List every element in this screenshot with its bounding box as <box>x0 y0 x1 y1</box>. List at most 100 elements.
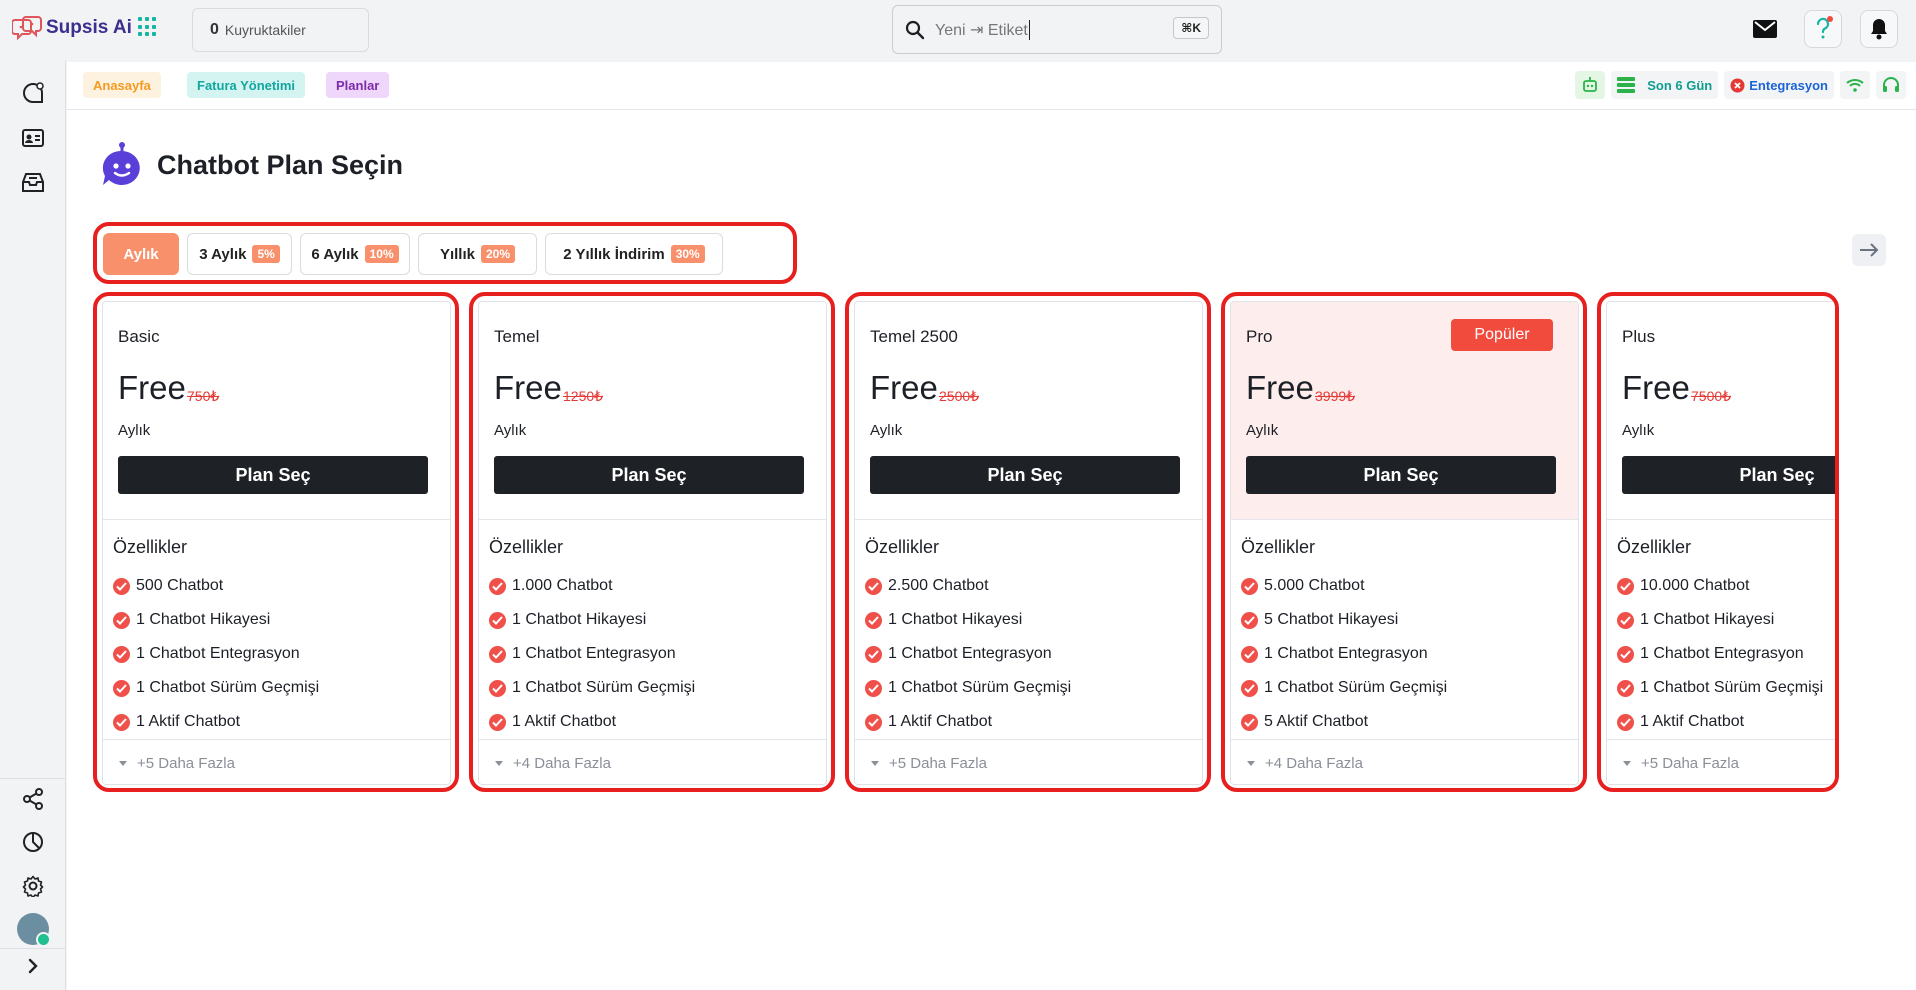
feature-label: 1 Chatbot Sürüm Geçmişi <box>512 679 696 696</box>
bot-status-button[interactable] <box>1575 71 1606 99</box>
sidebar-item-settings[interactable] <box>20 873 46 899</box>
tab-6-months[interactable]: 6 Aylık 10% <box>300 233 410 275</box>
arrow-right-icon <box>1860 243 1879 257</box>
plan-price: Free <box>870 369 938 406</box>
feature-item: 500 Chatbot <box>113 577 223 595</box>
billing-period-tabs: Aylık 3 Aylık 5% 6 Aylık 10% Yıllık 20% … <box>93 222 797 284</box>
show-more-features-button[interactable]: +5 Daha Fazla <box>1607 739 1835 784</box>
feature-item: 5.000 Chatbot <box>1241 577 1365 595</box>
sidebar-expand-button[interactable] <box>20 953 46 979</box>
app-logo[interactable]: Supsis Ai <box>12 14 132 42</box>
show-more-features-button[interactable]: +4 Daha Fazla <box>479 739 826 784</box>
plan-card-header: Plus Free 7500₺ Aylık Plan Seç <box>1607 302 1835 520</box>
discount-badge: 20% <box>481 245 516 263</box>
choose-plan-button[interactable]: Plan Seç <box>1622 456 1835 494</box>
check-icon <box>865 577 882 595</box>
date-range-button[interactable]: Son 6 Gün <box>1611 71 1719 99</box>
help-button[interactable] <box>1804 10 1842 48</box>
connection-status[interactable] <box>1840 71 1870 99</box>
feature-label: 1 Chatbot Entegrasyon <box>888 645 1052 662</box>
tab-label: Aylık <box>123 245 159 263</box>
error-icon <box>1730 78 1745 92</box>
breadcrumb-item-billing[interactable]: Fatura Yönetimi <box>187 72 306 98</box>
caret-down-icon <box>119 760 127 766</box>
plan-period: Aylık <box>1246 422 1279 439</box>
feature-item: 1 Chatbot Sürüm Geçmişi <box>1241 679 1447 697</box>
user-avatar[interactable] <box>17 913 51 947</box>
mail-button[interactable] <box>1746 10 1784 48</box>
show-more-features-button[interactable]: +5 Daha Fazla <box>855 739 1202 784</box>
tab-3-months[interactable]: 3 Aylık 5% <box>187 233 292 275</box>
bell-icon <box>1871 19 1887 40</box>
plan-price: Free <box>118 369 186 406</box>
choose-plan-button[interactable]: Plan Seç <box>118 456 428 494</box>
plan-price: Free <box>494 369 562 406</box>
features-title: Özellikler <box>1241 537 1316 557</box>
plan-name: Plus <box>1622 327 1656 346</box>
plan-card: Pro Popüler Free 3999₺ Aylık Plan Seç Öz… <box>1230 301 1579 785</box>
search-input[interactable]: Yeni ⇥ Etiket ⌘K <box>892 5 1222 54</box>
agent-status[interactable] <box>1876 71 1906 99</box>
notifications-button[interactable] <box>1860 10 1898 48</box>
page-header: Chatbot Plan Seçin <box>101 142 403 188</box>
show-more-features-button[interactable]: +5 Daha Fazla <box>103 739 450 784</box>
choose-plan-button[interactable]: Plan Seç <box>1246 456 1556 494</box>
check-icon <box>489 679 506 697</box>
search-text: Yeni ⇥ Etiket <box>935 21 1028 39</box>
feature-item: 1 Aktif Chatbot <box>1617 713 1744 731</box>
plan-card-frame: Temel Free 1250₺ Aylık Plan Seç Özellikl… <box>469 292 835 792</box>
feature-item: 5 Aktif Chatbot <box>1241 713 1368 731</box>
apps-grid-icon[interactable] <box>138 17 158 37</box>
chevron-right-icon <box>28 958 38 974</box>
scroll-next-button[interactable] <box>1852 234 1886 266</box>
breadcrumb-item-home[interactable]: Anasayfa <box>83 72 161 98</box>
discount-badge: 5% <box>252 245 280 263</box>
queue-count: 0 <box>210 21 219 38</box>
choose-plan-button[interactable]: Plan Seç <box>870 456 1180 494</box>
more-features-label: +4 Daha Fazla <box>1265 754 1363 772</box>
tab-monthly[interactable]: Aylık <box>103 233 179 275</box>
date-range-label: Son 6 Gün <box>1647 77 1713 93</box>
gear-icon <box>22 875 44 897</box>
help-icon <box>1816 16 1833 39</box>
more-features-label: +5 Daha Fazla <box>889 754 987 772</box>
plan-card-frame: Temel 2500 Free 2500₺ Aylık Plan Seç Öze… <box>845 292 1211 792</box>
sidebar-item-reports[interactable] <box>20 829 46 855</box>
feature-item: 1 Chatbot Entegrasyon <box>113 645 300 663</box>
tab-yearly[interactable]: Yıllık 20% <box>418 233 537 275</box>
sidebar-item-chats[interactable] <box>20 80 46 106</box>
check-icon <box>113 713 130 731</box>
sidebar-item-contacts[interactable] <box>20 125 46 151</box>
chatbot-icon <box>102 142 140 185</box>
discount-badge: 30% <box>670 245 705 263</box>
integration-status[interactable]: Entegrasyon <box>1724 71 1834 99</box>
choose-plan-button[interactable]: Plan Seç <box>494 456 804 494</box>
headset-icon <box>1883 77 1899 92</box>
mail-icon <box>1753 20 1777 38</box>
plan-card: Basic Free 750₺ Aylık Plan Seç Özellikle… <box>102 301 451 785</box>
sidebar-item-share[interactable] <box>20 786 46 812</box>
popular-badge: Popüler <box>1451 319 1553 351</box>
feature-item: 1 Chatbot Entegrasyon <box>1617 645 1804 663</box>
plan-card-header: Basic Free 750₺ Aylık Plan Seç <box>103 302 450 520</box>
feature-label: 1 Aktif Chatbot <box>136 713 241 730</box>
queue-button[interactable]: 0 Kuyruktakiler <box>192 8 369 52</box>
page-title: Chatbot Plan Seçin <box>157 149 404 180</box>
feature-label: 1.000 Chatbot <box>512 577 613 594</box>
feature-item: 1 Chatbot Sürüm Geçmişi <box>1617 679 1823 697</box>
check-icon <box>865 645 882 663</box>
feature-item: 1 Chatbot Sürüm Geçmişi <box>865 679 1071 697</box>
show-more-features-button[interactable]: +4 Daha Fazla <box>1231 739 1578 784</box>
tab-2-years[interactable]: 2 Yıllık İndirim 30% <box>545 233 723 275</box>
discount-badge: 10% <box>364 245 399 263</box>
sidebar-item-inbox[interactable] <box>20 169 46 195</box>
breadcrumb-item-plans[interactable]: Planlar <box>326 72 390 98</box>
feature-label: 2.500 Chatbot <box>888 577 989 594</box>
robot-icon <box>1583 77 1598 92</box>
share-icon <box>23 788 43 810</box>
breadcrumb: Anasayfa Fatura Yönetimi Planlar Son 6 G… <box>67 62 1916 110</box>
check-icon <box>865 611 882 629</box>
feature-item: 1 Chatbot Hikayesi <box>1617 611 1774 629</box>
feature-label: 1 Chatbot Hikayesi <box>512 611 647 628</box>
plan-price: Free <box>1622 369 1690 406</box>
